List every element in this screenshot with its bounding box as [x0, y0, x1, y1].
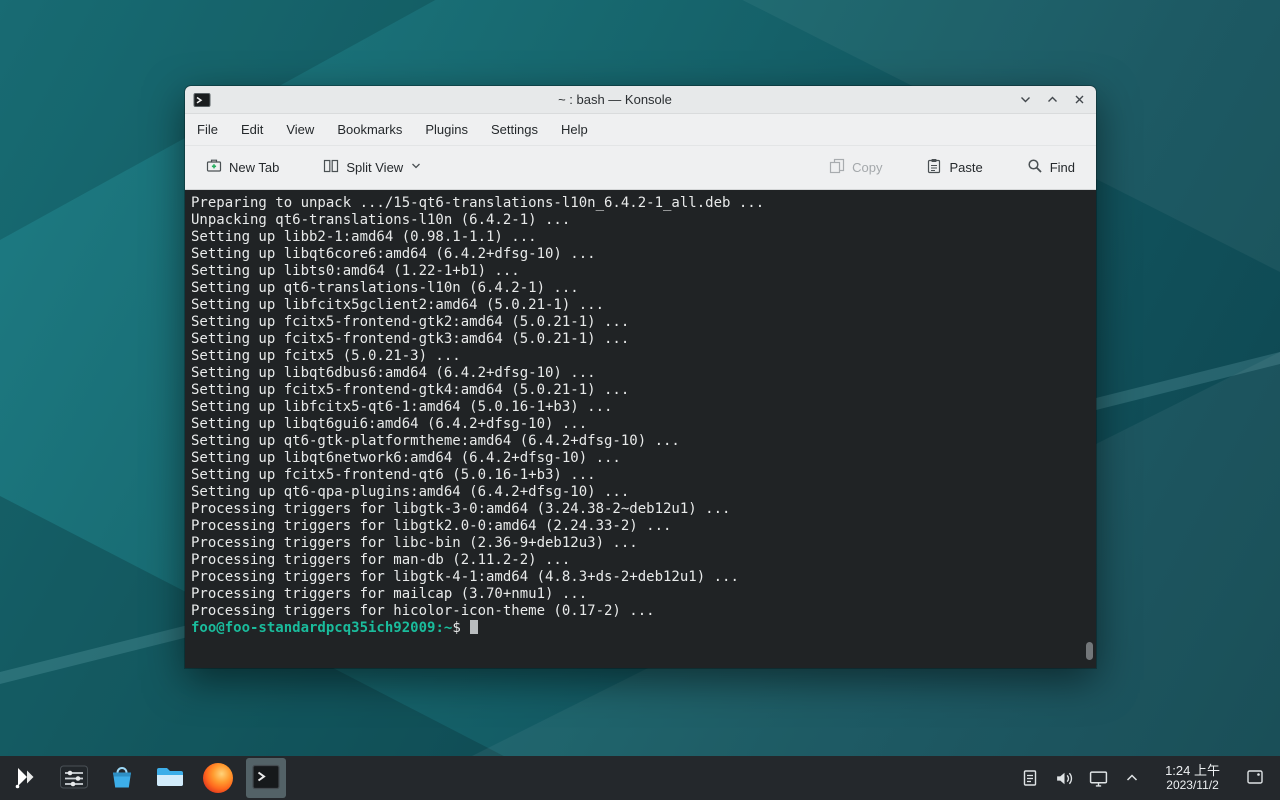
clock-date: 2023/11/2 — [1165, 778, 1220, 793]
menu-view[interactable]: View — [286, 122, 314, 137]
settings-sliders-icon — [59, 762, 89, 795]
tray-expand-icon[interactable] — [1121, 767, 1143, 789]
menu-bookmarks[interactable]: Bookmarks — [337, 122, 402, 137]
terminal-line: Unpacking qt6-translations-l10n (6.4.2-1… — [191, 212, 1082, 229]
desktop[interactable]: ~ : bash — Konsole File Edit View Bookma… — [0, 0, 1280, 800]
terminal-line: Setting up libb2-1:amd64 (0.98.1-1.1) ..… — [191, 229, 1082, 246]
menu-plugins[interactable]: Plugins — [425, 122, 468, 137]
new-tab-icon — [206, 158, 222, 177]
copy-label: Copy — [852, 160, 882, 175]
settings-sliders-button[interactable] — [54, 758, 94, 798]
menu-settings[interactable]: Settings — [491, 122, 538, 137]
close-icon — [1073, 93, 1086, 106]
terminal-line: Setting up libqt6gui6:amd64 (6.4.2+dfsg-… — [191, 416, 1082, 433]
terminal-line: Processing triggers for man-db (2.11.2-2… — [191, 552, 1082, 569]
terminal-line: Setting up libqt6core6:amd64 (6.4.2+dfsg… — [191, 246, 1082, 263]
paste-label: Paste — [949, 160, 982, 175]
find-label: Find — [1050, 160, 1075, 175]
show-desktop-button[interactable] — [1242, 758, 1268, 798]
menu-edit[interactable]: Edit — [241, 122, 263, 137]
discover-icon — [108, 763, 136, 794]
clock[interactable]: 1:24 上午 2023/11/2 — [1155, 763, 1230, 793]
konsole-icon — [251, 762, 281, 795]
clipboard-icon[interactable] — [1019, 767, 1041, 789]
terminal-line: Processing triggers for libgtk-4-1:amd64… — [191, 569, 1082, 586]
terminal-line: Processing triggers for libc-bin (2.36-9… — [191, 535, 1082, 552]
terminal-line: Processing triggers for mailcap (3.70+nm… — [191, 586, 1082, 603]
chevron-down-icon — [410, 160, 422, 175]
new-tab-label: New Tab — [229, 160, 279, 175]
taskbar: 1:24 上午 2023/11/2 — [0, 756, 1280, 800]
system-tray: 1:24 上午 2023/11/2 — [1019, 758, 1274, 798]
split-view-button[interactable]: Split View — [314, 151, 431, 184]
terminal-line: Setting up qt6-gtk-platformtheme:amd64 (… — [191, 433, 1082, 450]
konsole-window: ~ : bash — Konsole File Edit View Bookma… — [185, 86, 1096, 668]
search-icon — [1027, 158, 1043, 177]
terminal-line: Setting up fcitx5-frontend-gtk2:amd64 (5… — [191, 314, 1082, 331]
konsole-icon — [193, 91, 211, 109]
display-icon[interactable] — [1087, 767, 1109, 789]
terminal-line: Setting up libqt6network6:amd64 (6.4.2+d… — [191, 450, 1082, 467]
app-launcher-button[interactable] — [6, 758, 46, 798]
chevron-down-icon — [1019, 93, 1032, 106]
terminal-cursor — [470, 620, 478, 634]
toolbar: New Tab Split View — [185, 146, 1096, 190]
terminal-line: Setting up qt6-translations-l10n (6.4.2-… — [191, 280, 1082, 297]
terminal-line: Setting up fcitx5-frontend-gtk3:amd64 (5… — [191, 331, 1082, 348]
split-view-icon — [323, 158, 339, 177]
terminal-scrollbar[interactable] — [1085, 190, 1094, 668]
scrollbar-thumb[interactable] — [1086, 642, 1093, 660]
terminal-line: Processing triggers for hicolor-icon-the… — [191, 603, 1082, 620]
file-manager-button[interactable] — [150, 758, 190, 798]
clock-time: 1:24 上午 — [1165, 763, 1220, 778]
discover-button[interactable] — [102, 758, 142, 798]
split-view-label: Split View — [346, 160, 403, 175]
copy-button[interactable]: Copy — [820, 151, 891, 184]
prompt-dollar: $ — [452, 620, 460, 636]
konsole-task-button[interactable] — [246, 758, 286, 798]
terminal-line: Setting up fcitx5-frontend-gtk4:amd64 (5… — [191, 382, 1082, 399]
terminal-output: Preparing to unpack .../15-qt6-translati… — [191, 195, 1082, 620]
maximize-button[interactable] — [1046, 93, 1059, 106]
window-controls — [1019, 93, 1088, 106]
terminal-line: Preparing to unpack .../15-qt6-translati… — [191, 195, 1082, 212]
terminal-line: Setting up fcitx5-frontend-qt6 (5.0.16-1… — [191, 467, 1082, 484]
prompt-user-host: foo@foo-standardpcq35ich92009 — [191, 620, 435, 636]
menu-file[interactable]: File — [197, 122, 218, 137]
terminal-line: Setting up libfcitx5-qt6-1:amd64 (5.0.16… — [191, 399, 1082, 416]
volume-icon[interactable] — [1053, 767, 1075, 789]
prompt-line: foo@foo-standardpcq35ich92009:~$ — [191, 620, 1082, 637]
terminal-area[interactable]: Preparing to unpack .../15-qt6-translati… — [185, 190, 1096, 668]
firefox-button[interactable] — [198, 758, 238, 798]
paste-icon — [926, 158, 942, 177]
firefox-icon — [203, 763, 233, 793]
terminal-line: Setting up libfcitx5gclient2:amd64 (5.0.… — [191, 297, 1082, 314]
menubar: File Edit View Bookmarks Plugins Setting… — [185, 114, 1096, 146]
window-title: ~ : bash — Konsole — [217, 92, 1013, 107]
app-launcher-icon — [12, 763, 40, 794]
paste-button[interactable]: Paste — [917, 151, 991, 184]
minimize-button[interactable] — [1019, 93, 1032, 106]
find-button[interactable]: Find — [1018, 151, 1084, 184]
menu-help[interactable]: Help — [561, 122, 588, 137]
terminal-line: Setting up libqt6dbus6:amd64 (6.4.2+dfsg… — [191, 365, 1082, 382]
prompt-colon: : — [435, 620, 443, 636]
folder-icon — [155, 762, 185, 795]
new-tab-button[interactable]: New Tab — [197, 151, 288, 184]
window-titlebar[interactable]: ~ : bash — Konsole — [185, 86, 1096, 114]
copy-icon — [829, 158, 845, 177]
chevron-up-icon — [1046, 93, 1059, 106]
close-button[interactable] — [1073, 93, 1086, 106]
terminal-line: Setting up qt6-qpa-plugins:amd64 (6.4.2+… — [191, 484, 1082, 501]
desktop-peek-icon — [1246, 768, 1264, 789]
terminal-line: Setting up libts0:amd64 (1.22-1+b1) ... — [191, 263, 1082, 280]
terminal-line: Setting up fcitx5 (5.0.21-3) ... — [191, 348, 1082, 365]
terminal-line: Processing triggers for libgtk-3-0:amd64… — [191, 501, 1082, 518]
terminal-line: Processing triggers for libgtk2.0-0:amd6… — [191, 518, 1082, 535]
